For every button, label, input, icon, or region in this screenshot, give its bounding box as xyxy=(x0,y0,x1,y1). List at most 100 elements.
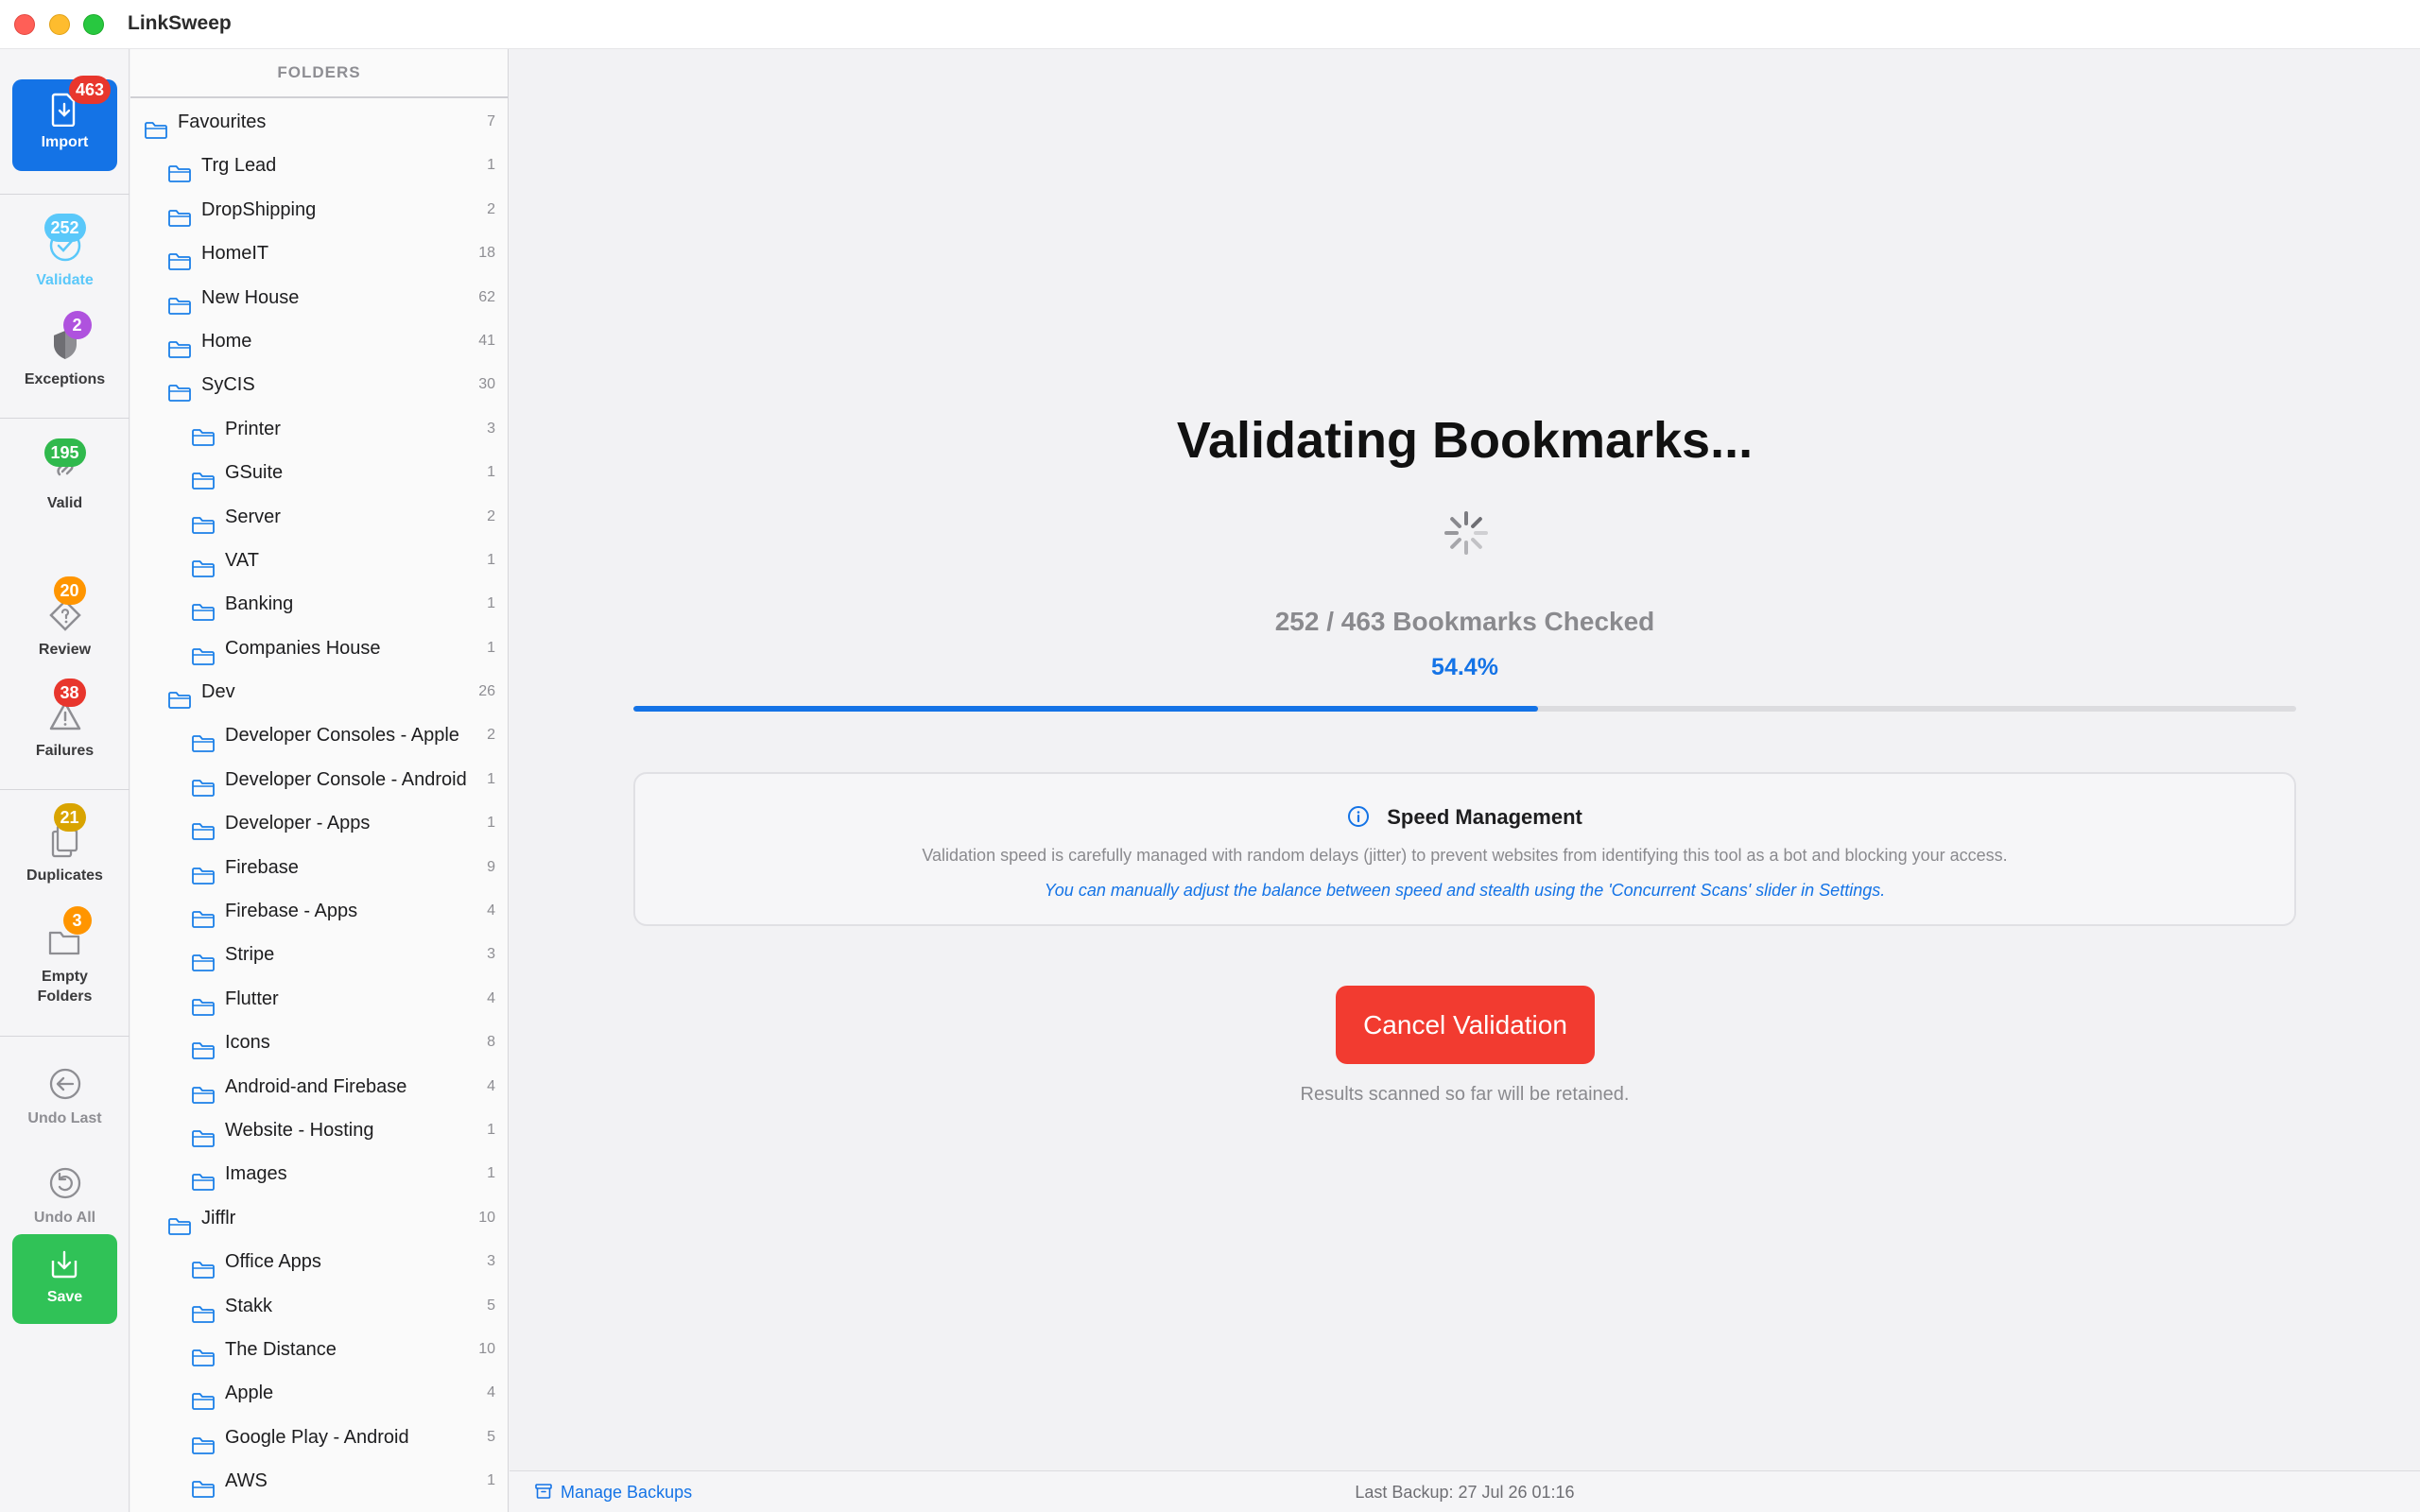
folder-row[interactable]: Google Play - Android 5 xyxy=(130,1416,508,1459)
folder-count: 5 xyxy=(487,1428,495,1445)
folder-name: Office Apps xyxy=(225,1251,321,1273)
folder-row[interactable]: Developer - Apps 1 xyxy=(130,801,508,845)
folder-row[interactable]: Stakk 5 xyxy=(130,1284,508,1328)
folder-icon xyxy=(191,814,216,841)
folder-list: Favourites 7 Trg Lead 1 DropShipping 2 HomeIT 1… xyxy=(130,98,508,1503)
folder-count: 2 xyxy=(487,727,495,744)
folder-row[interactable]: Trg Lead 1 xyxy=(130,144,508,187)
undo-all-button[interactable]: Undo All xyxy=(0,1164,130,1228)
folder-row[interactable]: GSuite 1 xyxy=(130,451,508,494)
folder-icon xyxy=(191,1471,216,1499)
folder-row[interactable]: Office Apps 3 xyxy=(130,1240,508,1283)
rail-divider xyxy=(0,418,130,419)
folder-count: 1 xyxy=(487,551,495,568)
exceptions-button[interactable]: 2 Exceptions xyxy=(0,311,130,389)
valid-label: Valid xyxy=(46,495,83,511)
folder-name: Google Play - Android xyxy=(225,1426,409,1448)
folder-name: Android-and Firebase xyxy=(225,1075,407,1097)
folder-icon xyxy=(191,1077,216,1104)
folder-row[interactable]: Website - Hosting 1 xyxy=(130,1108,508,1152)
folder-row[interactable]: Dev 26 xyxy=(130,670,508,713)
folder-row[interactable]: Images 1 xyxy=(130,1152,508,1195)
import-count-badge: 463 xyxy=(69,76,112,104)
folder-count: 5 xyxy=(487,1297,495,1314)
validate-button[interactable]: 252 Validate xyxy=(0,214,130,290)
folder-count: 1 xyxy=(487,1472,495,1489)
folder-row[interactable]: Stripe 3 xyxy=(130,933,508,976)
duplicates-label: Duplicates xyxy=(26,868,103,884)
empty-folders-button[interactable]: 3 Empty Folders xyxy=(0,906,130,1006)
close-window-button[interactable] xyxy=(14,14,35,35)
import-button[interactable]: Import 463 xyxy=(12,76,117,171)
cancel-validation-button[interactable]: Cancel Validation xyxy=(1336,986,1595,1064)
folder-count: 18 xyxy=(478,245,495,262)
folder-row[interactable]: Jifflr 10 xyxy=(130,1196,508,1240)
folder-row[interactable]: AWS 1 xyxy=(130,1459,508,1503)
folder-row[interactable]: New House 62 xyxy=(130,276,508,319)
validate-label: Validate xyxy=(36,272,94,288)
failures-label: Failures xyxy=(35,743,95,759)
folder-count: 10 xyxy=(478,1340,495,1357)
folder-row[interactable]: Apple 4 xyxy=(130,1371,508,1415)
folder-row[interactable]: VAT 1 xyxy=(130,539,508,582)
folder-icon xyxy=(167,200,192,227)
title-bar: LinkSweep xyxy=(0,0,2420,49)
exceptions-count-badge: 2 xyxy=(62,311,92,339)
folder-row[interactable]: Banking 1 xyxy=(130,582,508,626)
empty-folders-label-line1: Empty xyxy=(42,969,88,985)
folder-row[interactable]: Icons 8 xyxy=(130,1021,508,1064)
loading-spinner-icon xyxy=(1444,511,1488,555)
empty-folders-count-badge: 3 xyxy=(62,906,92,935)
main-content: Validating Bookmarks... 252 / 463 Bookma… xyxy=(510,49,2420,1470)
folder-name: Trg Lead xyxy=(201,155,277,177)
undo-last-button[interactable]: Undo Last xyxy=(0,1065,130,1128)
page-title: Validating Bookmarks... xyxy=(1176,412,1754,469)
duplicates-button[interactable]: 21 Duplicates xyxy=(0,803,130,885)
folder-row[interactable]: Favourites 7 xyxy=(130,100,508,144)
folder-row[interactable]: Companies House 1 xyxy=(130,627,508,670)
folder-row[interactable]: SyCIS 30 xyxy=(130,363,508,406)
folder-row[interactable]: The Distance 10 xyxy=(130,1328,508,1371)
folder-row[interactable]: Firebase - Apps 4 xyxy=(130,889,508,933)
folder-row[interactable]: Firebase 9 xyxy=(130,846,508,889)
folder-name: Companies House xyxy=(225,637,381,659)
minimize-window-button[interactable] xyxy=(49,14,70,35)
folder-name: GSuite xyxy=(225,462,284,484)
undo-last-label: Undo Last xyxy=(27,1110,102,1126)
folder-row[interactable]: Developer Console - Android 1 xyxy=(130,758,508,801)
valid-button[interactable]: 195 Valid xyxy=(0,438,130,513)
folder-icon xyxy=(191,858,216,885)
folders-header: FOLDERS xyxy=(130,49,508,98)
speed-management-hint: You can manually adjust the balance betw… xyxy=(1044,881,1886,900)
folder-count: 1 xyxy=(487,770,495,787)
folder-icon xyxy=(191,639,216,665)
folder-row[interactable]: Home 41 xyxy=(130,319,508,363)
zoom-window-button[interactable] xyxy=(83,14,104,35)
failures-button[interactable]: 38 Failures xyxy=(0,679,130,761)
folder-count: 9 xyxy=(487,858,495,875)
folder-row[interactable]: DropShipping 2 xyxy=(130,188,508,232)
validate-count-badge: 252 xyxy=(43,214,86,242)
folder-count: 1 xyxy=(487,639,495,656)
folder-count: 41 xyxy=(478,332,495,349)
folder-row[interactable]: Android-and Firebase 4 xyxy=(130,1065,508,1108)
folder-icon xyxy=(191,770,216,797)
folder-count: 2 xyxy=(487,200,495,217)
folder-row[interactable]: Printer 3 xyxy=(130,407,508,451)
folder-count: 10 xyxy=(478,1209,495,1226)
folder-count: 4 xyxy=(487,902,495,919)
folder-tree-panel: FOLDERS Favourites 7 Trg Lead 1 DropShipping… xyxy=(130,49,509,1512)
review-button[interactable]: 20 Review xyxy=(0,576,130,660)
folder-icon xyxy=(144,112,168,139)
undo-last-arrow-icon xyxy=(49,1068,80,1100)
folder-row[interactable]: Flutter 4 xyxy=(130,977,508,1021)
folder-row[interactable]: HomeIT 18 xyxy=(130,232,508,275)
save-button[interactable]: Save xyxy=(12,1234,117,1324)
folder-count: 1 xyxy=(487,464,495,481)
folder-name: DropShipping xyxy=(201,198,317,220)
folder-row[interactable]: Server 2 xyxy=(130,495,508,539)
folder-count: 1 xyxy=(487,1121,495,1138)
folder-name: Flutter xyxy=(225,988,279,1009)
folder-row[interactable]: Developer Consoles - Apple 2 xyxy=(130,713,508,757)
folder-name: Website - Hosting xyxy=(225,1119,374,1141)
